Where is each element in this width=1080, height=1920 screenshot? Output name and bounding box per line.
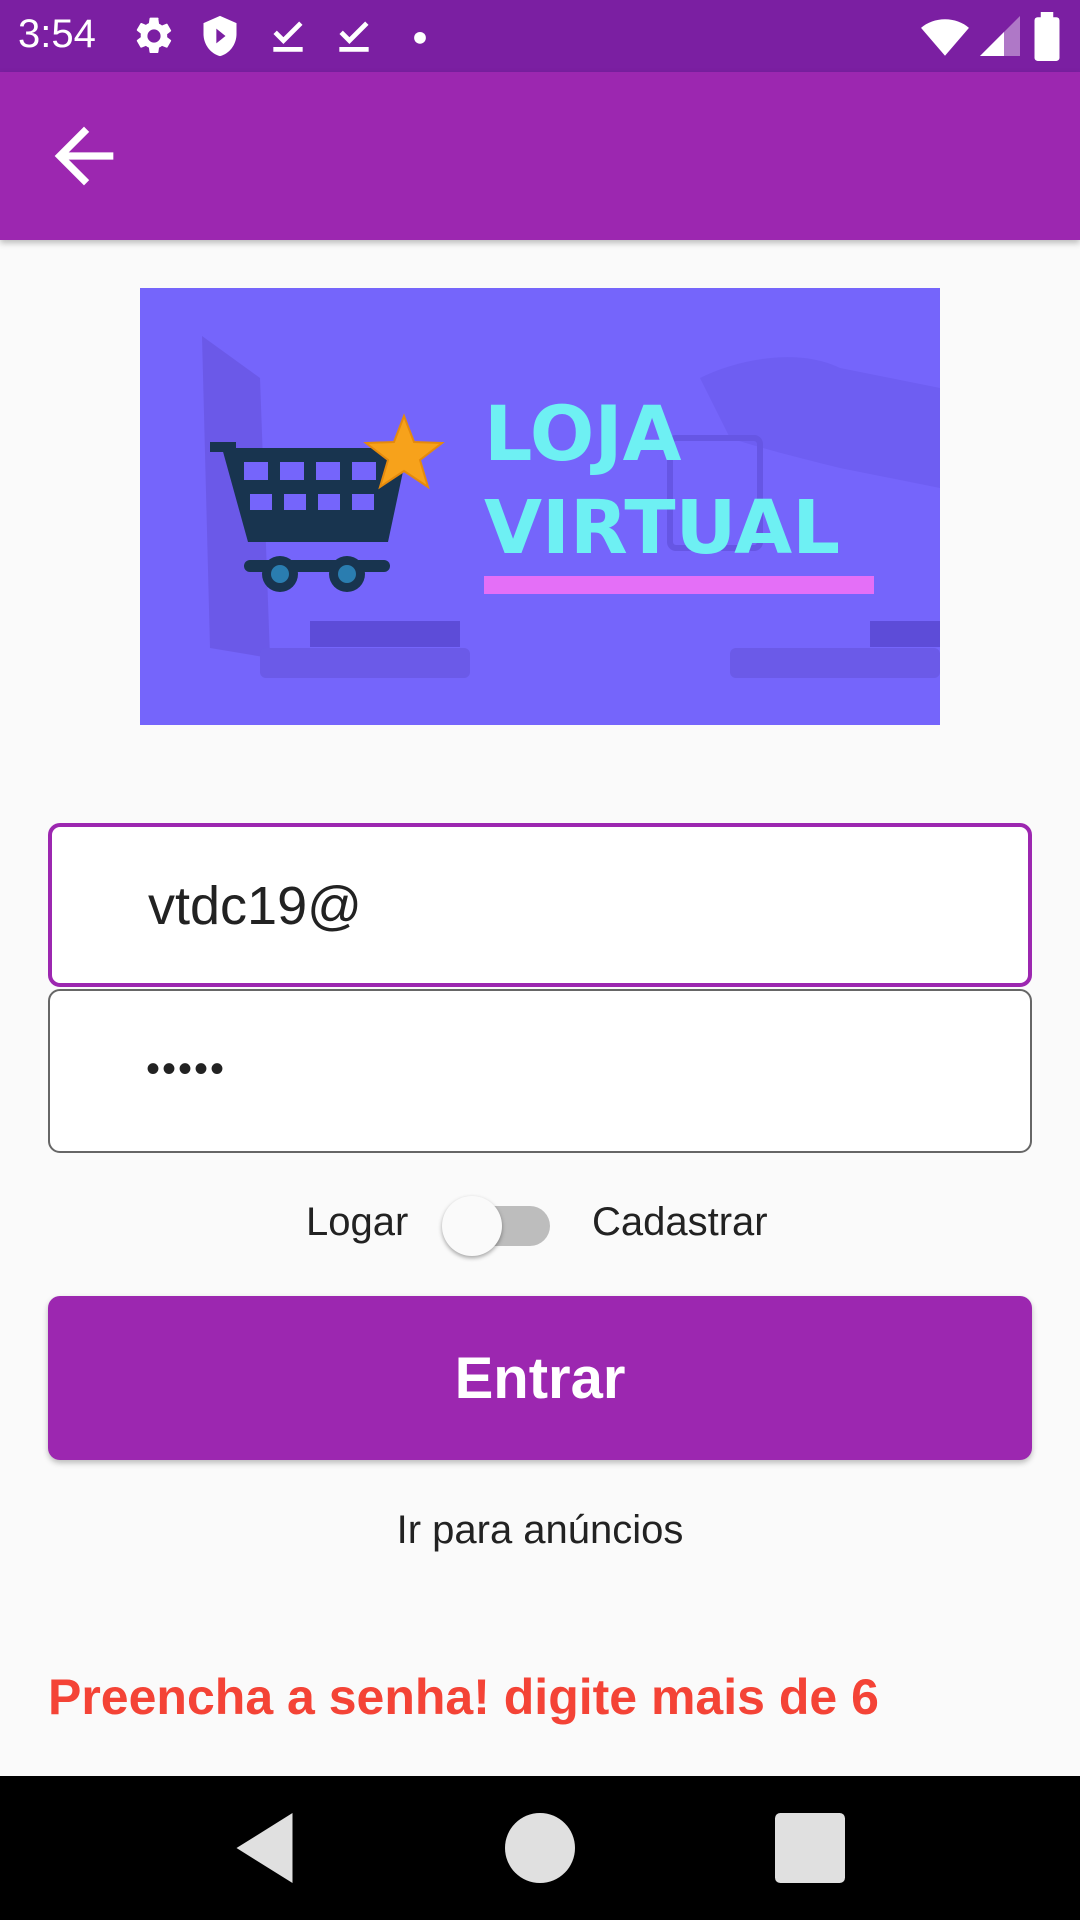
home-circle-icon[interactable] [498, 1806, 582, 1890]
gear-icon [136, 17, 172, 54]
status-bar: 3:54 [0, 0, 1080, 72]
toggle-label-login: Logar [306, 1200, 409, 1244]
switch-thumb [442, 1196, 502, 1256]
login-mode-toggle-row: Logar Cadastrar [0, 1190, 1080, 1260]
back-triangle-icon[interactable] [226, 1806, 310, 1890]
logo-text-line2: VIRTUAL [484, 485, 840, 571]
arrow-left-icon[interactable] [40, 112, 128, 200]
download-done-icon [273, 21, 303, 52]
recents-square-icon[interactable] [768, 1806, 852, 1890]
battery-icon [1034, 12, 1060, 61]
enter-button[interactable]: Entrar [48, 1296, 1032, 1460]
logo-text-line1: LOJA [484, 389, 682, 478]
logo-underline [484, 576, 874, 594]
toggle-label-register: Cadastrar [592, 1200, 768, 1244]
wifi-icon [921, 19, 969, 56]
banner-image: LOJA VIRTUAL [140, 288, 940, 725]
password-field[interactable]: ••••• [48, 989, 1032, 1153]
system-nav-bar [0, 1776, 1080, 1920]
cell-signal-icon [980, 16, 1020, 56]
email-field[interactable]: vtdc19@ [48, 823, 1032, 987]
email-value: vtdc19@ [148, 876, 362, 936]
download-done-icon [339, 21, 369, 52]
go-to-ads-link[interactable]: Ir para anúncios [0, 1508, 1080, 1553]
password-value: ••••• [146, 1047, 227, 1091]
dot-icon [414, 31, 426, 44]
login-register-switch[interactable] [442, 1192, 554, 1258]
shield-icon [203, 15, 237, 57]
status-time: 3:54 [18, 12, 96, 56]
error-message: Preencha a senha! digite mais de 6 [48, 1669, 879, 1725]
store-banner: LOJA VIRTUAL [140, 288, 940, 725]
app-bar [0, 72, 1080, 240]
